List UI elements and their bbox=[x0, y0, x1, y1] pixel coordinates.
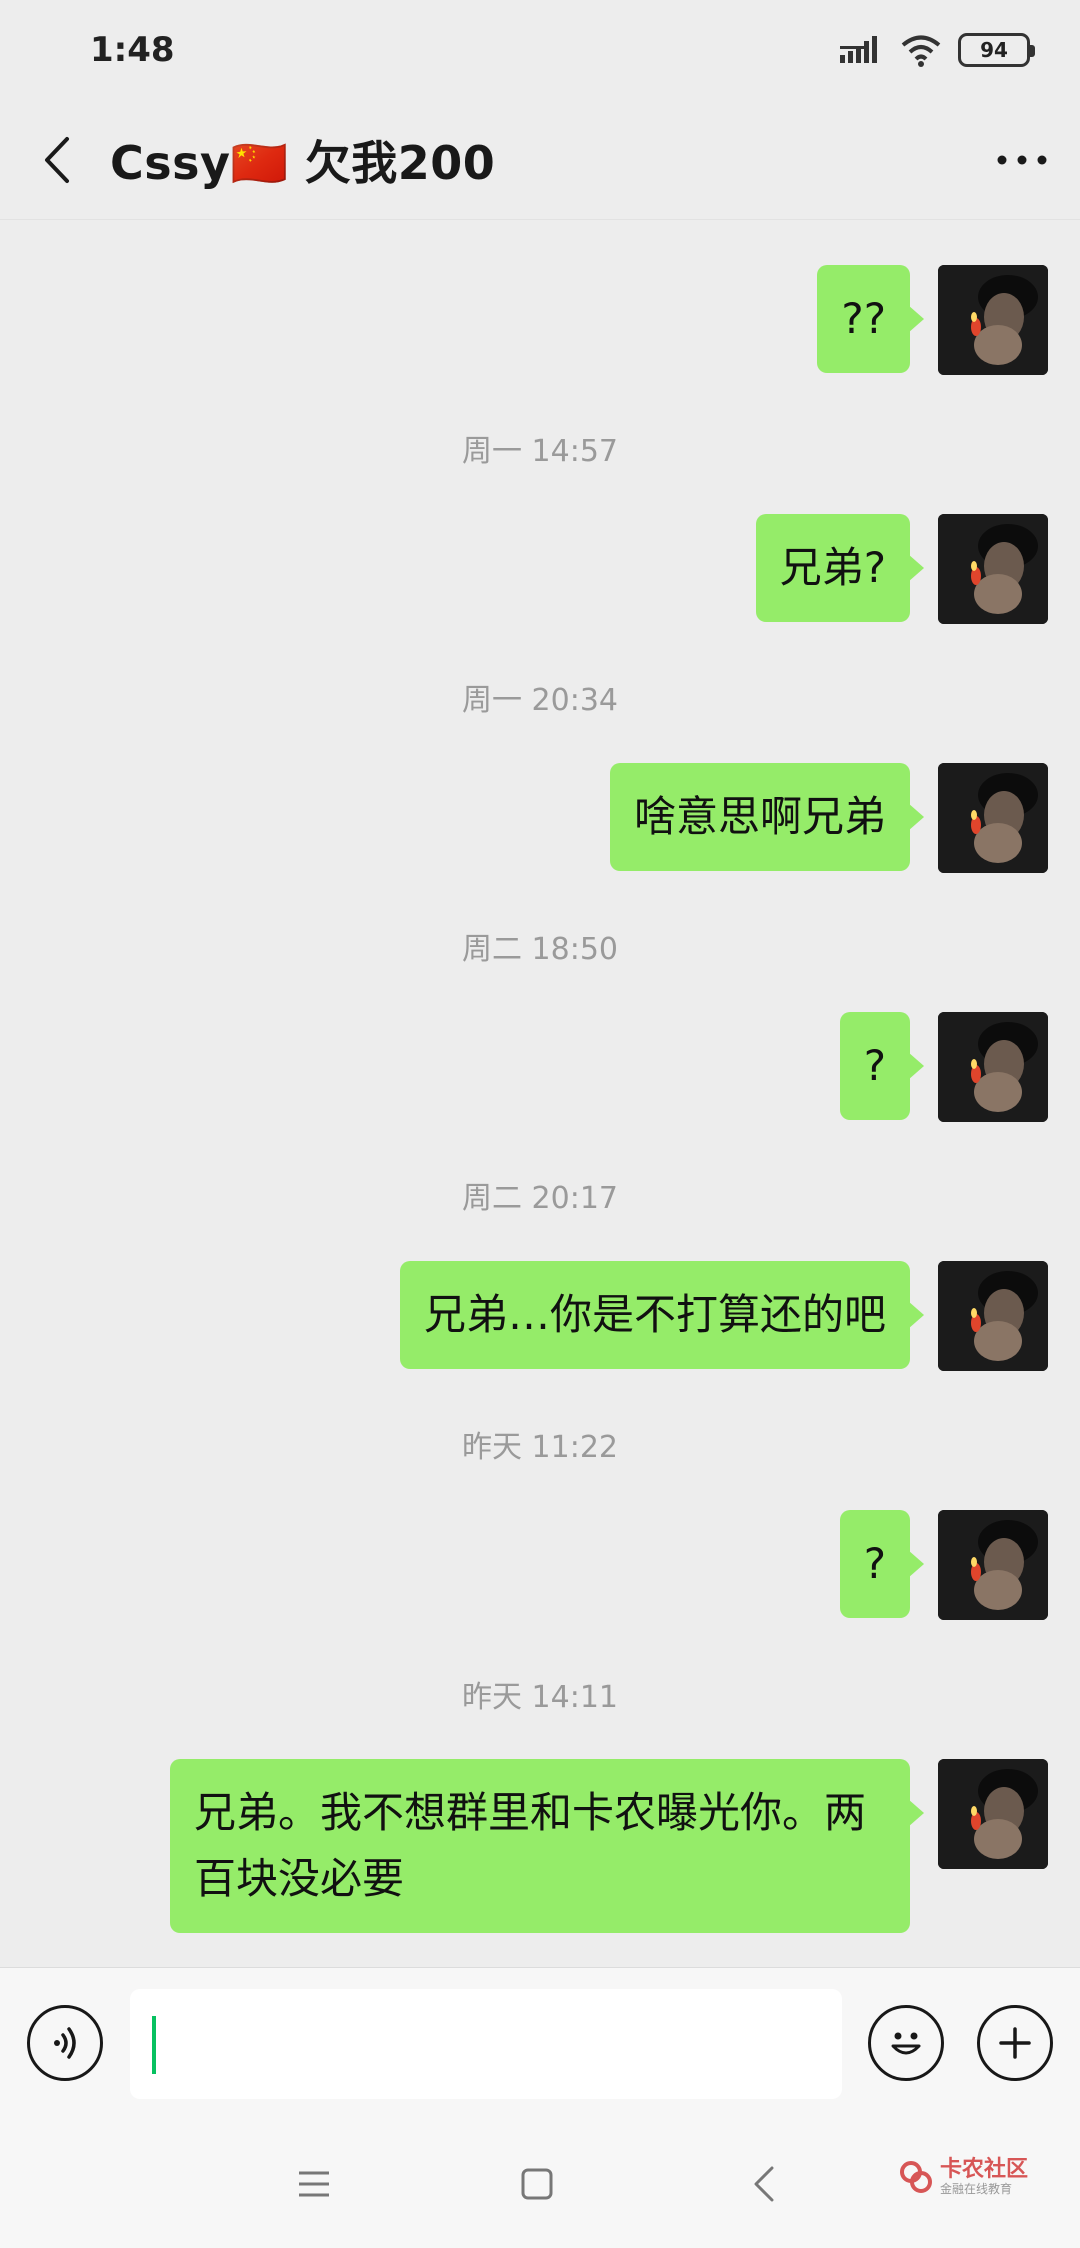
home-button[interactable] bbox=[507, 2154, 567, 2214]
system-nav-bar: 卡农社区 金融在线教育 bbox=[0, 2120, 1080, 2248]
chat-title: Cssy🇨🇳 欠我200 bbox=[110, 135, 496, 190]
signal-icon bbox=[840, 36, 877, 63]
watermark-logo-icon bbox=[900, 2161, 932, 2193]
avatar-image bbox=[938, 763, 1048, 873]
avatar-image bbox=[938, 1012, 1048, 1122]
message-input[interactable] bbox=[130, 1989, 842, 2099]
message-timestamp: 周一 20:34 bbox=[462, 683, 618, 718]
avatar[interactable] bbox=[938, 514, 1048, 624]
avatar[interactable] bbox=[938, 1759, 1048, 1869]
avatar[interactable] bbox=[938, 763, 1048, 873]
avatar[interactable] bbox=[938, 1261, 1048, 1371]
avatar-image bbox=[938, 1261, 1048, 1371]
message-timestamp: 周二 20:17 bbox=[462, 1181, 618, 1216]
message-bubble[interactable]: 啥意思啊兄弟 bbox=[609, 763, 925, 871]
plus-icon bbox=[999, 2027, 1031, 2059]
message-bubble[interactable]: 兄弟? bbox=[755, 514, 925, 622]
message-bubble[interactable]: ? bbox=[839, 1012, 925, 1120]
wifi-icon bbox=[901, 35, 941, 67]
message-list[interactable]: ?? 周一 14:57 兄弟? 周一 20:34 啥意思啊兄弟 周二 18:50… bbox=[0, 221, 1080, 1967]
status-bar: 1:48 94 bbox=[0, 0, 1080, 100]
status-time: 1:48 bbox=[90, 30, 175, 70]
message-bubble[interactable]: 兄弟。我不想群里和卡农曝光你。两百块没必要 bbox=[170, 1759, 924, 1933]
message-row: ? bbox=[839, 1510, 1048, 1620]
nav-back-button[interactable] bbox=[734, 2154, 794, 2214]
message-bubble[interactable]: ? bbox=[839, 1510, 925, 1618]
chat-header: Cssy🇨🇳 欠我200 bbox=[0, 100, 1080, 220]
chevron-left-icon bbox=[45, 136, 69, 183]
battery-indicator: 94 bbox=[958, 33, 1035, 67]
message-timestamp: 昨天 14:11 bbox=[462, 1680, 618, 1715]
avatar-image bbox=[938, 265, 1048, 375]
message-row: 兄弟…你是不打算还的吧 bbox=[399, 1261, 1048, 1371]
message-timestamp: 周二 18:50 bbox=[462, 932, 618, 967]
menu-button[interactable] bbox=[284, 2154, 344, 2214]
message-timestamp: 昨天 11:22 bbox=[462, 1430, 618, 1465]
watermark: 卡农社区 金融在线教育 bbox=[898, 2158, 1028, 2196]
emoji-button[interactable] bbox=[868, 2005, 944, 2081]
back-button[interactable] bbox=[6, 100, 106, 220]
emoji-icon bbox=[891, 2032, 921, 2055]
text-cursor bbox=[152, 2016, 156, 2074]
plus-button[interactable] bbox=[977, 2005, 1053, 2081]
battery-level: 94 bbox=[980, 38, 1008, 62]
message-row: ? bbox=[839, 1012, 1048, 1122]
more-button[interactable] bbox=[992, 130, 1052, 190]
menu-icon bbox=[299, 2171, 329, 2197]
message-bubble[interactable]: 兄弟…你是不打算还的吧 bbox=[399, 1261, 925, 1369]
input-bar bbox=[0, 1967, 1080, 2120]
avatar-image bbox=[938, 514, 1048, 624]
more-dots-icon bbox=[997, 155, 1047, 165]
message-row: 啥意思啊兄弟 bbox=[609, 763, 1048, 873]
message-row: 兄弟? bbox=[755, 514, 1048, 624]
message-row: 兄弟。我不想群里和卡农曝光你。两百块没必要 bbox=[170, 1759, 1048, 1933]
watermark-title: 卡农社区 bbox=[940, 2157, 1029, 2182]
nav-back-icon bbox=[754, 2166, 774, 2202]
avatar-image bbox=[938, 1759, 1048, 1869]
avatar[interactable] bbox=[938, 1012, 1048, 1122]
avatar[interactable] bbox=[938, 265, 1048, 375]
watermark-subtitle: 金融在线教育 bbox=[940, 2182, 1013, 2196]
voice-icon bbox=[54, 2027, 76, 2059]
message-timestamp: 周一 14:57 bbox=[462, 434, 618, 469]
avatar-image bbox=[938, 1510, 1048, 1620]
voice-button[interactable] bbox=[27, 2005, 103, 2081]
message-bubble[interactable]: ?? bbox=[817, 265, 924, 373]
message-row: ?? bbox=[817, 265, 1048, 375]
avatar[interactable] bbox=[938, 1510, 1048, 1620]
home-icon bbox=[521, 2168, 553, 2200]
status-icons: 94 bbox=[840, 33, 1035, 67]
